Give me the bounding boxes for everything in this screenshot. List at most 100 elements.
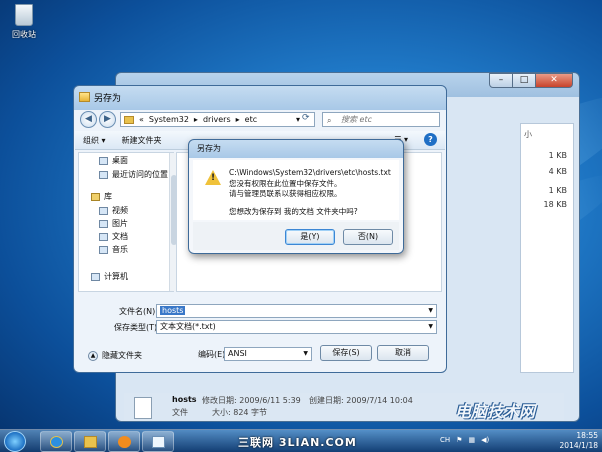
file-path: C:\Windows\System32\drivers\etc\hosts.tx…: [229, 168, 391, 177]
chevron-down-icon[interactable]: ▼: [303, 348, 308, 360]
nav-label: 音乐: [112, 245, 128, 254]
breadcrumb-separator-icon[interactable]: ▸: [194, 115, 198, 124]
yes-button[interactable]: 是(Y): [285, 229, 335, 245]
taskbar-explorer[interactable]: [74, 431, 106, 452]
dialog-button-bar: 是(Y) 否(N): [193, 222, 399, 250]
address-dropdown-icon[interactable]: ▾: [296, 115, 300, 124]
language-indicator[interactable]: CH: [440, 436, 450, 444]
nav-label: 库: [104, 192, 112, 201]
nav-label: 最近访问的位置: [112, 170, 168, 179]
file-size: 18 KB: [543, 200, 567, 209]
breadcrumb-overflow[interactable]: «: [139, 115, 144, 124]
breadcrumb-etc[interactable]: etc: [245, 115, 257, 124]
minimize-button[interactable]: –: [489, 73, 513, 88]
encoding-select[interactable]: ANSI ▼: [224, 347, 312, 361]
nav-item-desktop[interactable]: 桌面: [99, 155, 128, 166]
breadcrumb-system32[interactable]: System32: [149, 115, 189, 124]
nav-item-documents[interactable]: 文档: [99, 231, 128, 242]
chevron-down-icon[interactable]: ▼: [428, 321, 433, 333]
address-bar[interactable]: « System32 ▸ drivers ▸ etc ▾: [120, 112, 315, 127]
search-input[interactable]: ⌕ 搜索 etc: [322, 112, 440, 127]
nav-item-pictures[interactable]: 图片: [99, 218, 128, 229]
recycle-bin-label: 回收站: [12, 30, 36, 39]
detail-created: 创建日期: 2009/7/14 10:04: [309, 396, 413, 405]
pictures-icon: [99, 219, 108, 228]
filename-input[interactable]: hosts ▼: [156, 304, 437, 318]
navigation-pane: 桌面 最近访问的位置 库 视频 图片 文档 音乐 计算机: [78, 152, 177, 292]
file-icon: [134, 397, 152, 419]
no-button[interactable]: 否(N): [343, 229, 393, 245]
breadcrumb-drivers[interactable]: drivers: [203, 115, 231, 124]
filetype-value: 文本文档(*.txt): [160, 322, 216, 331]
refresh-icon[interactable]: ⟳: [302, 113, 310, 123]
detail-size: 大小: 824 字节: [212, 408, 268, 417]
music-icon: [99, 245, 108, 254]
folder-icon: [124, 115, 134, 124]
encoding-value: ANSI: [228, 349, 247, 358]
filename-label: 文件名(N):: [119, 307, 158, 316]
videos-icon: [99, 206, 108, 215]
nav-item-recent[interactable]: 最近访问的位置: [99, 169, 168, 180]
volume-icon[interactable]: ◀): [481, 436, 489, 444]
nav-item-music[interactable]: 音乐: [99, 244, 128, 255]
nav-item-videos[interactable]: 视频: [99, 205, 128, 216]
taskbar-ie[interactable]: [40, 431, 72, 452]
clock[interactable]: 18:55 2014/1/18: [560, 431, 598, 451]
flag-icon[interactable]: ⚑: [456, 436, 462, 444]
maximize-button[interactable]: □: [512, 73, 536, 88]
chevron-down-icon[interactable]: ▼: [428, 305, 433, 317]
breadcrumb-separator-icon[interactable]: ▸: [236, 115, 240, 124]
folder-icon: [84, 436, 97, 448]
network-icon[interactable]: ▦: [468, 436, 475, 444]
size-column-header[interactable]: 小: [524, 129, 532, 140]
desktop-icon: [99, 156, 108, 165]
nav-label: 文档: [112, 232, 128, 241]
filetype-label: 保存类型(T):: [114, 323, 160, 332]
watermark-text: 电脑技术网: [455, 402, 536, 421]
collapse-icon: ▲: [88, 350, 98, 361]
notepad-icon: [152, 436, 165, 448]
help-icon[interactable]: ?: [424, 133, 437, 146]
nav-label: 图片: [112, 219, 128, 228]
size-column-pane: [520, 123, 574, 373]
computer-icon: [91, 272, 100, 281]
nav-label: 桌面: [112, 156, 128, 165]
new-folder-button[interactable]: 新建文件夹: [114, 135, 170, 146]
library-icon: [91, 192, 100, 201]
hide-folders-label: 隐藏文件夹: [102, 351, 142, 360]
forward-button[interactable]: ▶: [99, 111, 116, 128]
file-size: 1 KB: [548, 186, 567, 195]
start-button[interactable]: [4, 431, 26, 452]
dialog-body: ! C:\Windows\System32\drivers\etc\hosts.…: [193, 160, 399, 220]
file-size: 1 KB: [548, 151, 567, 160]
clock-time: 18:55: [576, 431, 598, 440]
cancel-button[interactable]: 取消: [377, 345, 429, 361]
folder-icon: [79, 92, 90, 102]
warning-icon-mark: !: [211, 173, 216, 183]
save-button[interactable]: 保存(S): [320, 345, 372, 361]
detail-modified: 修改日期: 2009/6/11 5:39: [202, 396, 301, 405]
nav-label: 视频: [112, 206, 128, 215]
close-button[interactable]: ✕: [535, 73, 573, 88]
watermark-text: 三联网 3LIAN.COM: [238, 436, 357, 449]
nav-label: 计算机: [104, 272, 128, 281]
nav-item-libraries[interactable]: 库: [91, 191, 112, 202]
filetype-select[interactable]: 文本文档(*.txt) ▼: [156, 320, 437, 334]
dialog-title: 另存为: [94, 94, 122, 104]
recycle-bin-icon: [15, 4, 33, 26]
nav-item-computer[interactable]: 计算机: [91, 271, 128, 282]
documents-icon: [99, 232, 108, 241]
hide-folders-toggle[interactable]: ▲ 隐藏文件夹: [88, 350, 142, 361]
recycle-bin[interactable]: 回收站: [4, 4, 44, 48]
organize-menu[interactable]: 组织 ▾: [75, 135, 114, 146]
permission-dialog: 另存为 ! C:\Windows\System32\drivers\etc\ho…: [188, 139, 404, 254]
filename-value: hosts: [160, 306, 186, 315]
search-icon: ⌕: [327, 116, 332, 125]
system-tray: CH ⚑ ▦ ◀): [440, 436, 489, 444]
back-button[interactable]: ◀: [80, 111, 97, 128]
taskbar-media-player[interactable]: [108, 431, 140, 452]
detail-type: 文件: [172, 408, 188, 417]
file-size: 4 KB: [548, 167, 567, 176]
clock-date: 2014/1/18: [559, 441, 598, 450]
taskbar-notepad[interactable]: [142, 431, 174, 452]
